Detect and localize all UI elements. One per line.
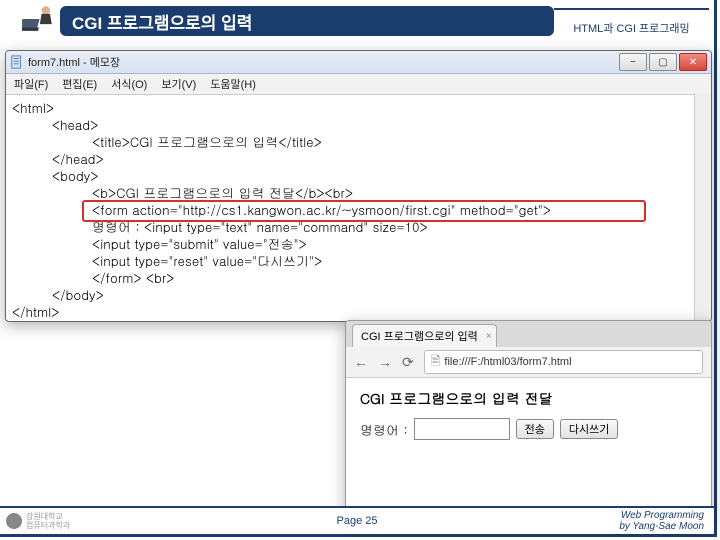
logo-mark-icon: [6, 513, 22, 529]
minimize-button[interactable]: −: [619, 53, 647, 71]
file-icon: 🗎: [431, 352, 441, 373]
menu-edit[interactable]: 편집(E): [62, 76, 97, 92]
browser-window: CGI 프로그램으로의 입력 × ← → ⟳ 🗎 file:///F:/html…: [345, 320, 712, 522]
window-controls: − ▢ ✕: [619, 53, 707, 71]
address-bar[interactable]: 🗎 file:///F:/html03/form7.html: [424, 350, 703, 374]
scrollbar[interactable]: [694, 93, 711, 321]
reset-button[interactable]: 다시쓰기: [560, 419, 618, 439]
notepad-menubar: 파일(F) 편집(E) 서식(O) 보기(V) 도움말(H): [6, 74, 711, 95]
reload-icon[interactable]: ⟳: [402, 354, 414, 371]
laptop-person-icon: [22, 2, 56, 36]
credit-text: Web Programming by Yang-Sae Moon: [619, 510, 704, 532]
menu-view[interactable]: 보기(V): [161, 76, 196, 92]
browser-tab[interactable]: CGI 프로그램으로의 입력 ×: [352, 324, 497, 347]
rendered-page: CGI 프로그램으로의 입력 전달 명령어 : 전송 다시쓰기: [346, 378, 711, 450]
slide-title: CGI 프로그램으로의 입력: [60, 6, 554, 36]
slide-icon: [18, 0, 60, 38]
menu-format[interactable]: 서식(O): [111, 76, 147, 92]
browser-tabstrip: CGI 프로그램으로의 입력 ×: [346, 321, 711, 347]
menu-help[interactable]: 도움말(H): [210, 76, 256, 92]
university-logo: 강원대학교 컴퓨터과학과: [6, 512, 70, 530]
notepad-app-icon: [10, 55, 24, 69]
notepad-title-text: form7.html - 메모장: [28, 54, 120, 70]
command-label: 명령어 :: [360, 420, 408, 439]
notepad-window: form7.html - 메모장 − ▢ ✕ 파일(F) 편집(E) 서식(O)…: [5, 50, 712, 322]
url-text: file:///F:/html03/form7.html: [444, 356, 571, 368]
slide-footer: 강원대학교 컴퓨터과학과 Page 25 Web Programming by …: [0, 506, 714, 534]
page-number: Page 25: [337, 515, 378, 527]
forward-icon[interactable]: →: [378, 354, 392, 370]
slide-subtitle: HTML과 CGI 프로그래밍: [554, 8, 709, 46]
tab-title: CGI 프로그램으로의 입력: [361, 328, 478, 344]
maximize-button[interactable]: ▢: [649, 53, 677, 71]
page-heading: CGI 프로그램으로의 입력 전달: [360, 388, 697, 408]
submit-button[interactable]: 전송: [516, 419, 554, 439]
menu-file[interactable]: 파일(F): [14, 76, 48, 92]
tab-close-icon[interactable]: ×: [486, 331, 492, 342]
notepad-textarea[interactable]: <html> <head><title>CGI 프로그램으로의 입력</titl…: [6, 95, 711, 322]
close-button[interactable]: ✕: [679, 53, 707, 71]
slide-header: CGI 프로그램으로의 입력 HTML과 CGI 프로그래밍: [0, 0, 714, 40]
back-icon[interactable]: ←: [354, 354, 368, 370]
notepad-titlebar: form7.html - 메모장 − ▢ ✕: [6, 51, 711, 74]
browser-toolbar: ← → ⟳ 🗎 file:///F:/html03/form7.html: [346, 347, 711, 378]
command-input[interactable]: [414, 418, 510, 440]
